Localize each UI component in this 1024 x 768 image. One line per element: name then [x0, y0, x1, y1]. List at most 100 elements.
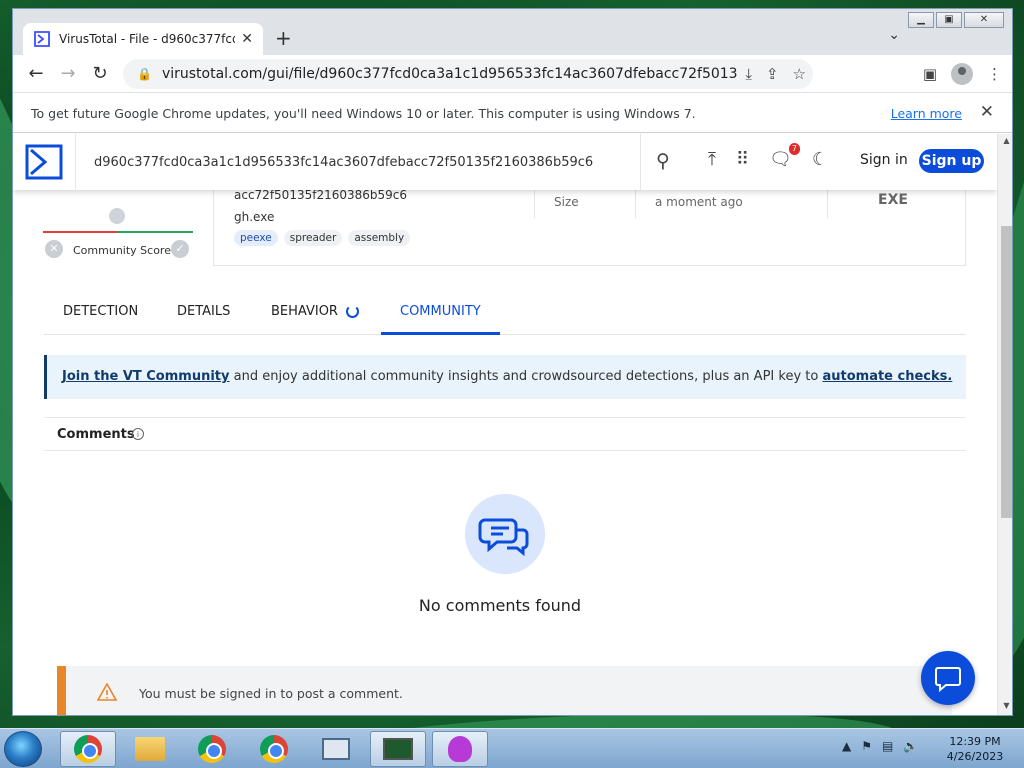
- toolbar-right: ▣ ⋮: [923, 63, 1002, 85]
- loading-spinner-icon: [346, 305, 359, 318]
- clock-time: 12:39 PM: [949, 735, 1001, 748]
- report-tabs: DETECTION DETAILS BEHAVIOR COMMUNITY: [44, 289, 966, 335]
- scroll-down-arrow-icon[interactable]: ▼: [998, 701, 1012, 715]
- tab-close-icon[interactable]: ✕: [241, 31, 253, 47]
- divider: [534, 190, 535, 218]
- sign-up-button[interactable]: Sign up: [919, 149, 984, 173]
- vt-header-icons: ⤒ ⠿ 🗨 7 ☾: [708, 143, 828, 170]
- signin-required-notice: You must be signed in to post a comment.: [57, 666, 952, 715]
- tray-expand-icon[interactable]: ▲: [842, 739, 851, 753]
- window-controls: ▁ ▣ ✕: [908, 12, 1004, 28]
- tag[interactable]: peexe: [234, 230, 278, 246]
- vt-search-input[interactable]: d960c377fcd0ca3a1c1d956533fc14ac3607dfeb…: [75, 134, 641, 190]
- tab-search-chevron-icon[interactable]: ⌄: [888, 27, 900, 43]
- url-text[interactable]: virustotal.com/gui/file/d960c377fcd0ca3a…: [162, 66, 738, 82]
- tag[interactable]: assembly: [348, 230, 411, 246]
- flag-icon[interactable]: ⚑: [861, 739, 872, 753]
- comments-header: Comments i: [44, 417, 966, 451]
- file-type-badge: EXE: [878, 192, 908, 208]
- taskbar-chrome-button[interactable]: [184, 731, 240, 767]
- infobar-close-icon[interactable]: ✕: [980, 102, 994, 122]
- upload-icon[interactable]: ⤒: [708, 149, 716, 170]
- tab-details[interactable]: DETAILS: [177, 304, 230, 319]
- infobar-message: To get future Google Chrome updates, you…: [31, 106, 696, 121]
- tab-detection[interactable]: DETECTION: [63, 304, 138, 319]
- chat-support-button[interactable]: [921, 651, 975, 705]
- vt-header: d960c377fcd0ca3a1c1d956533fc14ac3607dfeb…: [13, 134, 997, 190]
- tab-behavior[interactable]: BEHAVIOR: [271, 304, 338, 319]
- taskbar-chrome-button[interactable]: [246, 731, 302, 767]
- virustotal-logo-icon[interactable]: [25, 144, 63, 180]
- tab-title: VirusTotal - File - d960c377fcd0c: [59, 32, 236, 46]
- bookmark-star-icon[interactable]: ☆: [793, 65, 806, 83]
- automate-checks-link[interactable]: automate checks.: [822, 369, 952, 384]
- update-infobar: To get future Google Chrome updates, you…: [13, 93, 1012, 133]
- browser-toolbar: ← → ↻ 🔒 virustotal.com/gui/file/d960c377…: [13, 55, 1012, 93]
- chrome-icon: [260, 735, 288, 763]
- share-icon[interactable]: ⇪: [766, 65, 779, 83]
- lock-icon: 🔒: [137, 67, 152, 81]
- search-icon[interactable]: ⚲: [656, 150, 670, 172]
- tag[interactable]: spreader: [283, 230, 343, 246]
- file-name: gh.exe: [234, 210, 275, 224]
- learn-more-link[interactable]: Learn more: [891, 106, 962, 121]
- taskbar-skull-app-button[interactable]: [432, 731, 488, 767]
- vote-harmless-icon[interactable]: ✓: [171, 240, 189, 258]
- notification-badge: 7: [788, 143, 801, 155]
- tab-community[interactable]: COMMUNITY: [400, 304, 481, 319]
- join-community-link[interactable]: Join the VT Community: [62, 369, 230, 384]
- menu-kebab-icon[interactable]: ⋮: [987, 65, 1002, 83]
- file-summary-card: acc72f50135f2160386b59c6 gh.exe peexe sp…: [213, 188, 966, 266]
- new-tab-button[interactable]: +: [275, 26, 292, 50]
- active-tab-indicator: [381, 332, 500, 335]
- profile-avatar-icon[interactable]: [951, 63, 973, 85]
- volume-icon[interactable]: 🔈: [903, 739, 918, 753]
- windows-taskbar: ▲ ⚑ ▤ 🔈 12:39 PM 4/26/2023: [0, 728, 1024, 768]
- warning-icon: [97, 683, 117, 701]
- file-hash-partial: acc72f50135f2160386b59c6: [234, 188, 408, 202]
- terminal-icon: [383, 738, 413, 760]
- taskbar-chrome-button[interactable]: [60, 731, 116, 767]
- last-analysis-time: a moment ago: [655, 195, 743, 209]
- divider: [635, 190, 636, 218]
- back-arrow-icon[interactable]: ←: [25, 63, 47, 84]
- chrome-icon: [74, 735, 102, 763]
- network-icon[interactable]: ▤: [882, 739, 893, 753]
- browser-tab-virustotal[interactable]: VirusTotal - File - d960c377fcd0c ✕: [23, 23, 263, 55]
- page-content: d960c377fcd0ca3a1c1d956533fc14ac3607dfeb…: [13, 134, 997, 715]
- scroll-thumb[interactable]: [1001, 226, 1012, 518]
- taskbar-explorer-button[interactable]: [122, 731, 178, 767]
- comments-chat-icon: [465, 494, 545, 574]
- scroll-up-arrow-icon[interactable]: ▲: [998, 136, 1012, 150]
- comments-title: Comments: [57, 427, 135, 442]
- banner-text: and enjoy additional community insights …: [229, 369, 823, 384]
- clock-date: 4/26/2023: [946, 750, 1004, 763]
- vote-harmful-icon[interactable]: ✕: [45, 240, 63, 258]
- taskbar-clock[interactable]: 12:39 PM 4/26/2023: [940, 734, 1010, 764]
- info-icon[interactable]: i: [132, 428, 144, 440]
- score-bar: [43, 231, 193, 233]
- maximize-button[interactable]: ▣: [936, 12, 962, 28]
- vt-search-value: d960c377fcd0ca3a1c1d956533fc14ac3607dfeb…: [94, 154, 594, 170]
- sign-in-link[interactable]: Sign in: [860, 152, 908, 168]
- forward-arrow-icon[interactable]: →: [57, 63, 79, 84]
- title-bar: ▁ ▣ ✕ VirusTotal - File - d960c377fcd0c …: [13, 9, 1012, 55]
- chrome-window: ▁ ▣ ✕ VirusTotal - File - d960c377fcd0c …: [12, 8, 1013, 716]
- notifications-icon[interactable]: 🗨 7: [769, 143, 801, 170]
- address-bar[interactable]: 🔒 virustotal.com/gui/file/d960c377fcd0ca…: [123, 59, 813, 89]
- reload-icon[interactable]: ↻: [89, 63, 111, 84]
- skull-icon: [448, 736, 472, 762]
- install-app-icon[interactable]: ⤓: [745, 65, 752, 83]
- page-scrollbar[interactable]: ▲ ▼: [997, 134, 1012, 715]
- computer-icon: [322, 738, 350, 760]
- virustotal-favicon-icon: [34, 31, 50, 47]
- taskbar-terminal-button[interactable]: [370, 731, 426, 767]
- start-button[interactable]: [4, 731, 42, 767]
- chat-bubble-icon: [935, 667, 961, 693]
- side-panel-icon[interactable]: ▣: [923, 65, 937, 83]
- dark-mode-moon-icon[interactable]: ☾: [812, 149, 828, 170]
- close-window-button[interactable]: ✕: [964, 12, 1004, 28]
- minimize-button[interactable]: ▁: [908, 12, 934, 28]
- apps-grid-icon[interactable]: ⠿: [736, 149, 749, 170]
- taskbar-computer-button[interactable]: [308, 731, 364, 767]
